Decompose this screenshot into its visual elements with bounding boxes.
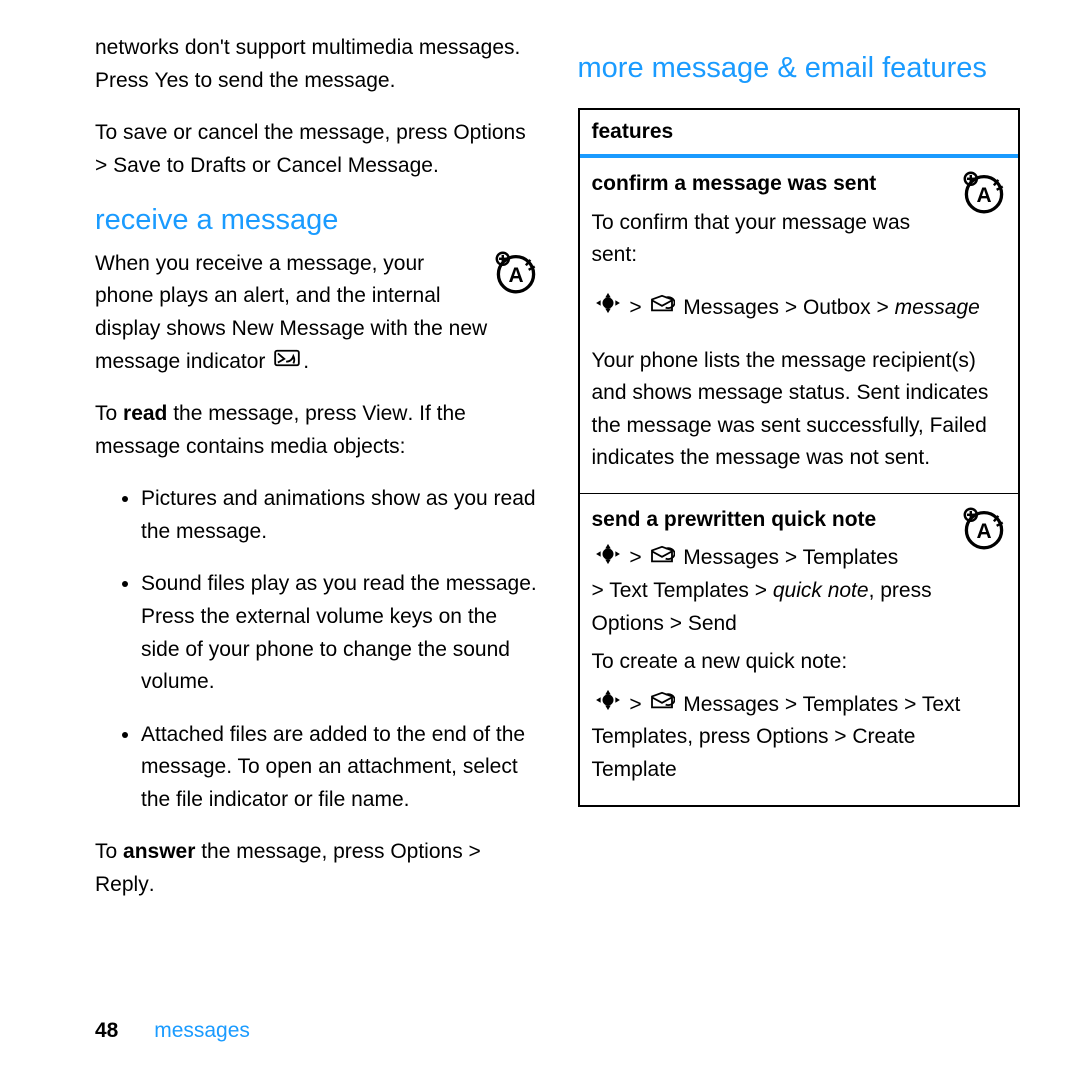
messages-key: Messages [683, 546, 779, 569]
sep: > [624, 296, 648, 319]
answer-paragraph: To answer the message, press Options > R… [95, 836, 538, 901]
receive-paragraph-1: When you receive a message, your phone p… [95, 248, 538, 378]
section-name: messages [154, 1019, 250, 1042]
text: the message, press [195, 840, 390, 863]
new-message-key: New Message [232, 317, 365, 340]
text: To save or cancel the message, press [95, 121, 453, 144]
save-to-drafts-key: Save to Drafts [113, 154, 246, 177]
nav-path: > Messages > Outbox > message [592, 292, 1007, 325]
text: indicates the message was not sent. [592, 446, 931, 469]
nav-key-icon [594, 292, 622, 325]
list-item: Attached files are added to the end of t… [141, 719, 538, 817]
sep: > [624, 546, 648, 569]
feature-title: confirm a message was sent [592, 168, 1007, 201]
outbox-key: Outbox [803, 296, 871, 319]
templates-key: Templates [803, 693, 899, 716]
yes-key: Yes [155, 69, 189, 92]
text: or [246, 154, 276, 177]
sent-key: Sent [856, 381, 899, 404]
network-a-icon [962, 506, 1006, 561]
cancel-message-key: Cancel Message [277, 154, 433, 177]
text-templates-key: Text Templates [609, 579, 749, 602]
sep: > [828, 725, 852, 748]
message-italic: message [895, 296, 980, 319]
sep: > [779, 546, 803, 569]
feature-description: Your phone lists the message recipient(s… [592, 345, 1007, 475]
nav-path: > Messages > Templates > Text Templates,… [592, 689, 1007, 787]
text: . [433, 154, 439, 177]
nav-path: > Messages > Templates > Text Templates … [592, 542, 1007, 640]
network-a-icon [494, 250, 538, 305]
more-features-heading: more message & email features [578, 50, 1021, 88]
text: the message, press [167, 402, 362, 425]
sep: > [664, 612, 688, 635]
receive-heading: receive a message [95, 202, 538, 240]
features-table-header: features [580, 110, 1019, 159]
page-content: networks don't support multimedia messag… [0, 0, 1080, 921]
text: , [687, 725, 699, 748]
nav-key-icon [594, 543, 622, 576]
read-bold: read [123, 402, 167, 425]
page-footer: 48 messages [95, 1015, 250, 1048]
templates-key: Templates [803, 546, 899, 569]
top-paragraph: networks don't support multimedia messag… [95, 32, 538, 97]
message-indicator-icon [273, 346, 301, 379]
messages-icon [649, 689, 675, 722]
text: To [95, 402, 123, 425]
options-key: Options [390, 840, 462, 863]
list-item: Pictures and animations show as you read… [141, 483, 538, 548]
options-key: Options [592, 612, 664, 635]
text: , press [869, 579, 932, 602]
sep: > [624, 693, 648, 716]
text: To create a new quick note: [592, 646, 1007, 679]
view-key: View [362, 402, 407, 425]
nav-key-icon [594, 689, 622, 722]
text: . [303, 350, 309, 373]
messages-icon [649, 543, 675, 576]
network-a-icon [962, 170, 1006, 225]
sep: > [871, 296, 895, 319]
options-key: Options [756, 725, 828, 748]
feature-title: send a prewritten quick note [592, 504, 1007, 537]
page-number: 48 [95, 1019, 118, 1042]
sep: > [779, 296, 803, 319]
failed-key: Failed [930, 414, 987, 437]
quick-note-italic: quick note [773, 579, 869, 602]
sep: > [779, 693, 803, 716]
text: To confirm that your message was sent: [592, 207, 1007, 272]
feature-confirm-sent: confirm a message was sent To confirm th… [580, 158, 1019, 493]
left-column: networks don't support multimedia messag… [95, 32, 538, 921]
sep: > [95, 154, 113, 177]
right-column: more message & email features features c… [578, 32, 1021, 921]
features-table: features confirm a message was sent To c… [578, 108, 1021, 807]
answer-bold: answer [123, 840, 195, 863]
save-cancel-paragraph: To save or cancel the message, press Opt… [95, 117, 538, 182]
text: press [699, 725, 756, 748]
text: to send the message. [189, 69, 396, 92]
sep: > [898, 693, 922, 716]
options-key: Options [453, 121, 525, 144]
messages-key: Messages [683, 693, 779, 716]
text: . [149, 873, 155, 896]
read-paragraph: To read the message, press View. If the … [95, 398, 538, 463]
sep: > [749, 579, 773, 602]
messages-icon [649, 292, 675, 325]
feature-quick-note: send a prewritten quick note > Messages … [580, 493, 1019, 805]
reply-key: Reply [95, 873, 149, 896]
messages-key: Messages [683, 296, 779, 319]
send-key: Send [688, 612, 737, 635]
text: To [95, 840, 123, 863]
sep: > [463, 840, 481, 863]
media-bullets: Pictures and animations show as you read… [95, 483, 538, 816]
sep: > [592, 579, 610, 602]
list-item: Sound files play as you read the message… [141, 568, 538, 698]
